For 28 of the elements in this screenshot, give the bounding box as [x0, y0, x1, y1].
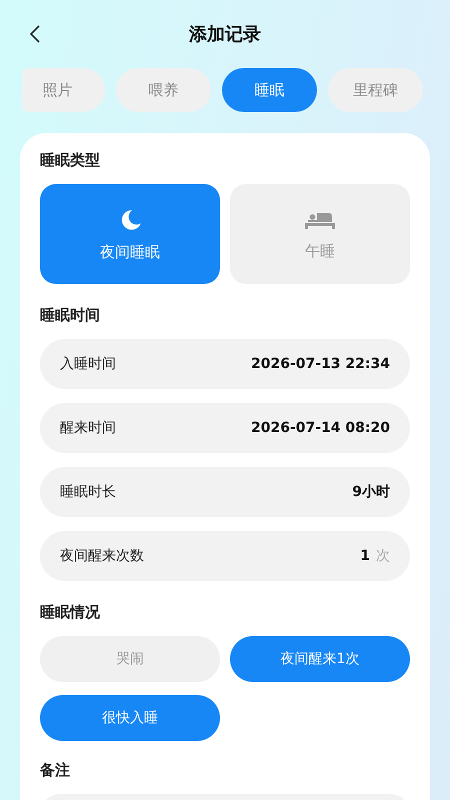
condition-chip[interactable]: 哭闹 — [40, 636, 220, 682]
row-label: 睡眠时长 — [60, 483, 116, 501]
category-tab[interactable]: 喂养 — [116, 68, 211, 112]
unit-label: 次 — [376, 547, 390, 565]
sleep-type-option[interactable]: 夜间睡眠 — [40, 184, 220, 284]
row-value: 1 — [360, 548, 370, 564]
condition-chip[interactable]: 很快入睡 — [40, 695, 220, 741]
condition-chip[interactable]: 夜间醒来1次 — [230, 636, 410, 682]
row-value: 2026-07-13 22:34 — [251, 356, 390, 372]
row-label: 夜间醒来次数 — [60, 547, 144, 565]
section-title: 睡眠时间 — [40, 306, 100, 325]
section-title: 睡眠类型 — [40, 151, 100, 170]
category-tab[interactable]: 照片 — [22, 68, 105, 112]
row-label: 入睡时间 — [60, 355, 116, 373]
time-row[interactable]: 睡眠时长 9小时 — [40, 467, 410, 517]
row-label: 醒来时间 — [60, 419, 116, 437]
row-value: 2026-07-14 08:20 — [251, 420, 390, 436]
sleep-type-option[interactable]: 午睡 — [230, 184, 410, 284]
category-tab[interactable]: 里程碑 — [328, 68, 423, 112]
time-row[interactable]: 醒来时间 2026-07-14 08:20 — [40, 403, 410, 453]
time-row[interactable]: 入睡时间 2026-07-13 22:34 — [40, 339, 410, 389]
row-value: 9小时 — [352, 483, 390, 501]
time-row[interactable]: 夜间醒来次数 1 次 — [40, 531, 410, 581]
category-tab[interactable]: 睡眠 — [222, 68, 317, 112]
section-title: 备注 — [40, 761, 70, 780]
section-title: 睡眠情况 — [40, 603, 100, 622]
back-icon[interactable] — [30, 25, 40, 43]
page-title: 添加记录 — [189, 23, 261, 46]
